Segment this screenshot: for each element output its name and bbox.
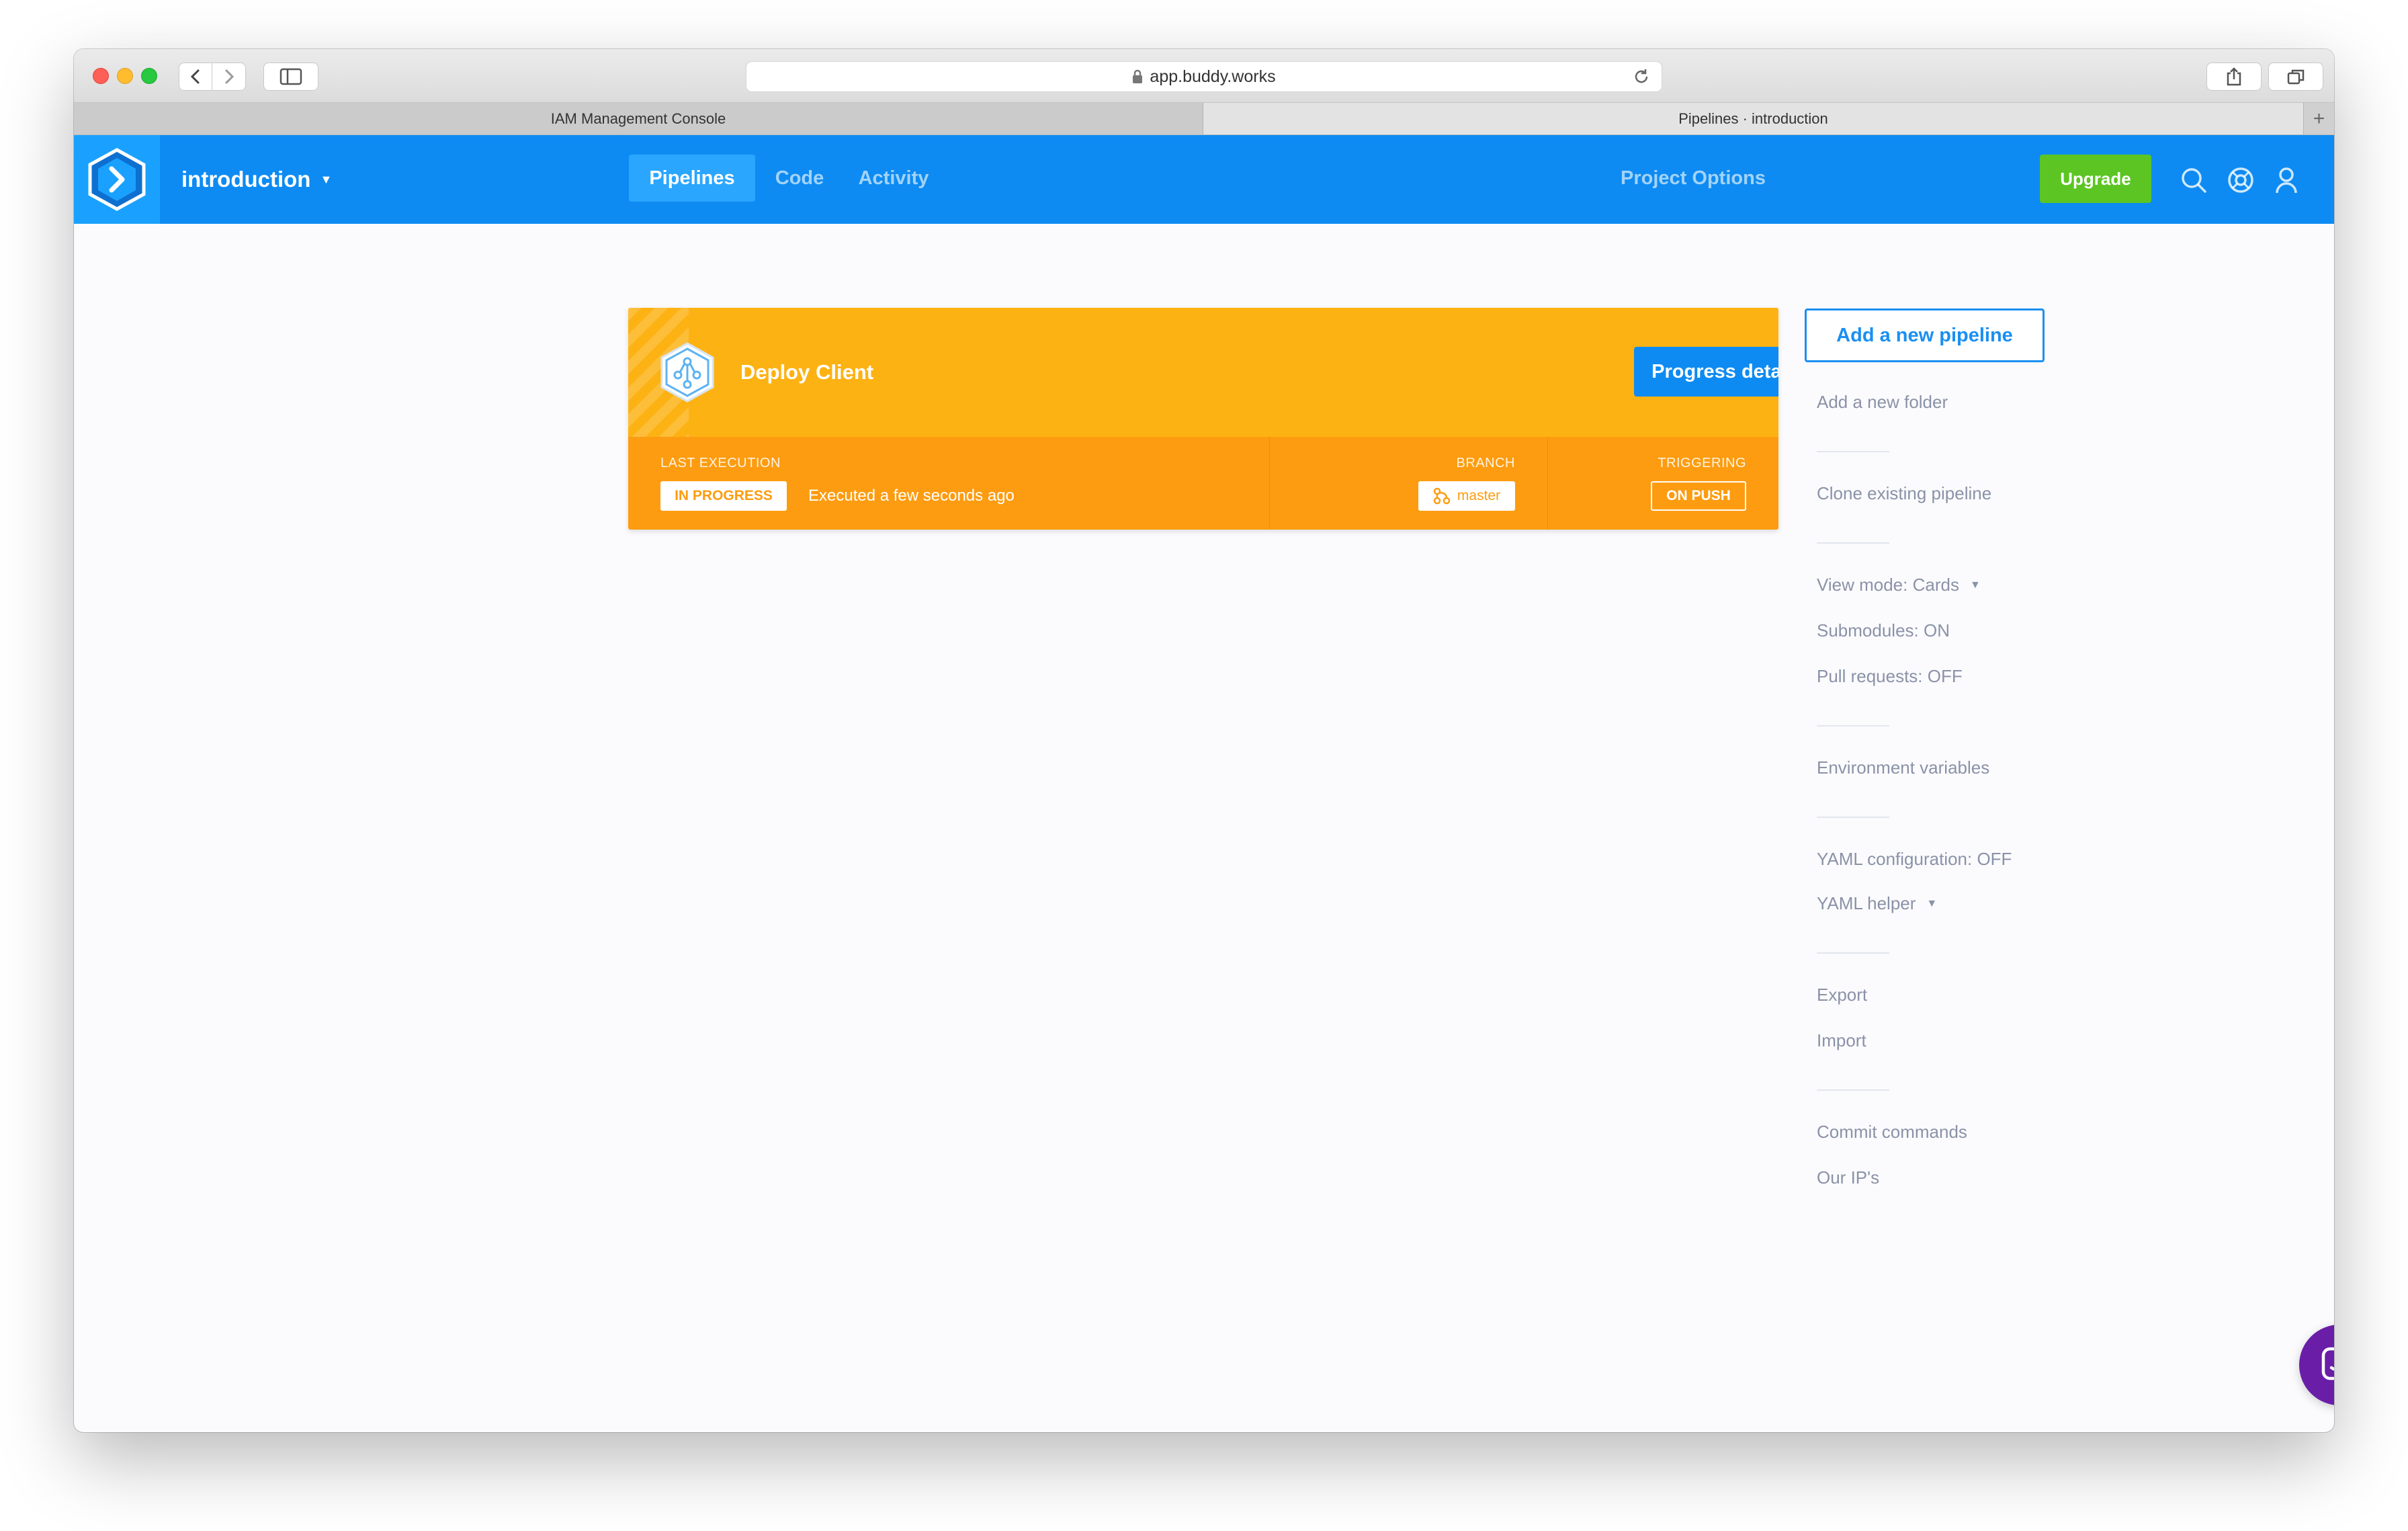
chat-icon (2321, 1347, 2334, 1380)
export-link[interactable]: Export (1817, 985, 1867, 1005)
user-icon[interactable] (2272, 166, 2300, 194)
view-mode-label: View mode: Cards (1817, 575, 1959, 595)
browser-tab-label: Pipelines · introduction (1678, 110, 1828, 127)
browser-tab-strip: IAM Management Console Pipelines · intro… (74, 103, 2334, 135)
pipeline-card-details: LAST EXECUTION IN PROGRESS Executed a fe… (628, 437, 1778, 530)
chevron-right-icon (225, 69, 234, 84)
clone-pipeline-link[interactable]: Clone existing pipeline (1817, 483, 1991, 504)
zoom-window-button[interactable] (141, 68, 157, 84)
yaml-helper-dropdown[interactable]: YAML helper ▼ (1817, 893, 1937, 914)
trigger-mode-badge: ON PUSH (1651, 481, 1746, 511)
project-switcher[interactable]: introduction ▼ (181, 135, 332, 224)
caret-down-icon: ▼ (320, 172, 333, 186)
project-name: introduction (181, 167, 311, 192)
triggering-label: TRIGGERING (1658, 456, 1746, 470)
sidebar-divider (1817, 817, 1889, 818)
branch-section: BRANCH master (1269, 437, 1547, 530)
tab-overview-button[interactable] (2268, 63, 2323, 91)
minimize-window-button[interactable] (117, 68, 133, 84)
buddy-logo-icon (88, 148, 146, 211)
last-execution-label: LAST EXECUTION (660, 456, 781, 470)
triggering-section: TRIGGERING ON PUSH (1547, 437, 1778, 530)
caret-down-icon: ▼ (1969, 579, 1981, 591)
view-mode-dropdown[interactable]: View mode: Cards ▼ (1817, 575, 1981, 595)
last-execution-section: LAST EXECUTION IN PROGRESS Executed a fe… (628, 437, 1269, 530)
pull-requests-toggle[interactable]: Pull requests: OFF (1817, 666, 1963, 687)
tab-pipelines[interactable]: Pipelines (629, 155, 755, 202)
share-icon (2227, 67, 2241, 86)
share-button[interactable] (2206, 63, 2262, 91)
branch-name: master (1457, 488, 1501, 503)
pipeline-icon (660, 342, 714, 403)
reload-icon[interactable] (1632, 67, 1651, 86)
sidebar-divider (1817, 542, 1889, 544)
browser-window: app.buddy.works IAM Management Console P… (74, 49, 2334, 1432)
pipeline-name[interactable]: Deploy Client (740, 308, 873, 437)
yaml-helper-label: YAML helper (1817, 893, 1916, 913)
tab-activity[interactable]: Activity (847, 155, 941, 202)
address-bar[interactable]: app.buddy.works (746, 61, 1662, 92)
add-new-folder-link[interactable]: Add a new folder (1817, 392, 1948, 413)
close-window-button[interactable] (93, 68, 109, 84)
chevron-left-icon (190, 69, 200, 84)
new-tab-button[interactable]: + (2303, 103, 2334, 134)
import-link[interactable]: Import (1817, 1030, 1866, 1051)
search-icon[interactable] (2180, 166, 2208, 194)
environment-variables-link[interactable]: Environment variables (1817, 757, 1989, 778)
executed-time-text: Executed a few seconds ago (808, 487, 1015, 505)
tab-code[interactable]: Code (766, 155, 833, 202)
add-new-pipeline-button[interactable]: Add a new pipeline (1805, 308, 2045, 362)
sidebar-divider (1817, 952, 1889, 954)
chat-launcher-button[interactable] (2299, 1325, 2334, 1405)
commit-commands-link[interactable]: Commit commands (1817, 1122, 1967, 1143)
app-header: introduction ▼ Pipelines Code Activity P… (74, 135, 2334, 224)
url-text: app.buddy.works (1150, 67, 1276, 86)
our-ips-link[interactable]: Our IP's (1817, 1167, 1879, 1188)
pipeline-card-header: Deploy Client Progress details (628, 308, 1778, 437)
upgrade-button[interactable]: Upgrade (2040, 155, 2151, 203)
back-button[interactable] (179, 63, 212, 91)
help-icon[interactable] (2227, 166, 2255, 194)
buddy-logo[interactable] (74, 135, 160, 224)
browser-toolbar: app.buddy.works (74, 49, 2334, 103)
branch-badge[interactable]: master (1418, 481, 1515, 511)
sidebar-divider (1817, 725, 1889, 727)
browser-tab-label: IAM Management Console (550, 110, 726, 127)
sidebar-icon (280, 68, 302, 85)
sidebar-divider (1817, 451, 1889, 452)
sidebar-divider (1817, 1089, 1889, 1091)
tab-project-options[interactable]: Project Options (1612, 155, 1774, 202)
pipeline-card[interactable]: Deploy Client Progress details LAST EXEC… (628, 308, 1778, 530)
branch-label: BRANCH (1456, 456, 1515, 470)
yaml-configuration-toggle[interactable]: YAML configuration: OFF (1817, 849, 2012, 870)
plus-icon: + (2313, 107, 2325, 130)
forward-button[interactable] (212, 63, 246, 91)
browser-tab-pipelines[interactable]: Pipelines · introduction (1203, 103, 2303, 134)
branch-icon (1433, 487, 1451, 505)
caret-down-icon: ▼ (1926, 897, 1938, 909)
status-badge: IN PROGRESS (660, 481, 787, 511)
tabs-icon (2287, 69, 2305, 85)
sidebar-toggle-button[interactable] (263, 63, 318, 91)
progress-details-button[interactable]: Progress details (1634, 347, 1778, 397)
submodules-toggle[interactable]: Submodules: ON (1817, 620, 1950, 641)
browser-tab-iam[interactable]: IAM Management Console (74, 103, 1203, 134)
lock-icon (1133, 69, 1143, 83)
